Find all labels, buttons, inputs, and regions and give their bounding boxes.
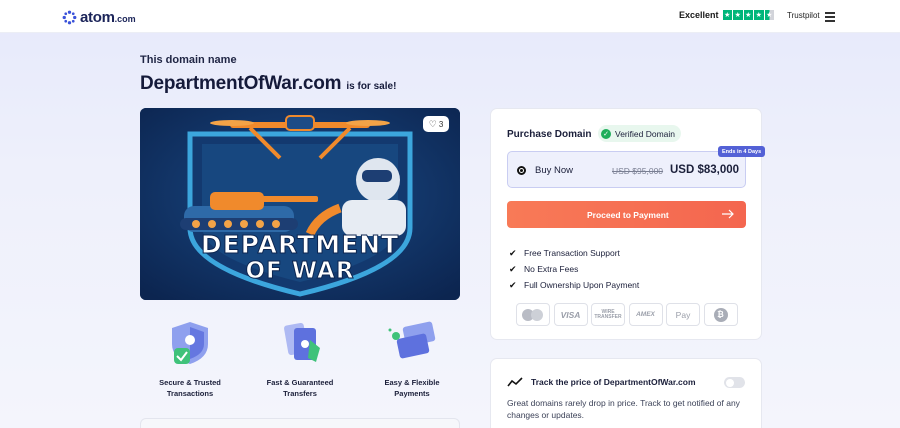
file-transfer-icon [284,322,320,362]
benefit-label: No Extra Fees [524,264,579,274]
feature-label-line1: Secure & Trusted [159,378,221,387]
benefit-item: ✔ Full Ownership Upon Payment [509,277,639,293]
feature-label: Secure & Trusted Transactions [140,377,240,399]
feature-label-line2: Transfers [283,389,317,398]
old-price: USD $95,000 [612,166,664,176]
feature-payments: Easy & Flexible Payments [362,318,462,399]
mastercard-icon [516,303,550,326]
amex-label: AMEX [636,311,655,318]
verified-label: Verified Domain [615,128,676,139]
half-star-icon: ★ [764,10,775,20]
purchase-card: Purchase Domain ✓ Verified Domain Ends i… [490,108,766,340]
trend-line-icon [507,377,523,387]
feature-secure: Secure & Trusted Transactions [140,318,240,399]
radio-selected-icon[interactable] [517,166,526,175]
atom-logo[interactable]: atom .com [62,9,136,26]
heart-icon: ♡ [428,118,437,129]
check-circle-icon: ✓ [601,128,611,139]
trustpilot-brand: Trustpilot [787,10,820,20]
buy-now-option[interactable]: Ends in 4 Days Buy Now USD $95,000 USD $… [507,146,766,188]
hamburger-menu-icon[interactable] [825,12,835,22]
amex-icon: AMEX [628,303,663,326]
feature-label: Fast & Guaranteed Transfers [250,377,350,399]
track-title: Track the price of DepartmentOfWar.com [531,377,696,387]
benefit-item: ✔ No Extra Fees [509,261,639,277]
atom-logo-icon [62,10,77,25]
trustpilot-stars: ★ ★ ★ ★ ★ [722,10,776,20]
option-label: Buy Now [535,165,574,176]
bitcoin-glyph: ₿ [713,307,728,322]
cards-icon [388,321,436,359]
wire-transfer-icon: WIRE TRANSFER [591,303,625,326]
purchase-title: Purchase Domain [507,129,592,140]
bitcoin-icon: ₿ [703,303,738,326]
trustpilot-rating-label: Excellent [679,10,719,20]
department-of-war-emblem: DEPARTMENT OF WAR [140,108,460,300]
domain-name: DepartmentOfWar.com [140,73,342,94]
benefit-label: Free Transaction Support [524,248,620,258]
verified-badge: ✓ Verified Domain [598,125,682,142]
like-button[interactable]: ♡ 3 [423,116,449,132]
checkmark-icon: ✔ [509,263,517,274]
apple-pay-label: Pay [675,309,691,320]
track-description: Great domains rarely drop in price. Trac… [507,398,740,420]
hero-text-line2: OF WAR [245,258,354,284]
benefit-label: Full Ownership Upon Payment [524,280,640,290]
intro-text: This domain name [140,54,237,66]
logo-tld: .com [114,14,136,24]
apple-pay-icon: Pay [666,303,700,326]
proceed-to-payment-button[interactable]: Proceed to Payment [507,201,746,228]
like-count: 3 [438,119,444,129]
feature-highlights: Secure & Trusted Transactions Fast & Gua… [140,318,460,408]
top-navigation-bar: atom .com Excellent ★ ★ ★ ★ ★ Trustpilot [0,0,900,33]
visa-label: VISA [560,309,581,320]
star-icon: ★ [722,10,733,20]
ends-badge: Ends in 4 Days [718,146,766,157]
price-tracking-card: Track the price of DepartmentOfWar.com G… [490,358,762,428]
benefit-item: ✔ Free Transaction Support [509,245,639,261]
feature-label-line2: Transactions [166,389,214,398]
hero-text-line1: DEPARTMENT [201,230,399,259]
trustpilot-widget[interactable]: Excellent ★ ★ ★ ★ ★ Trustpilot [679,10,820,20]
page-title: DepartmentOfWar.com is for sale! [140,73,396,95]
lower-info-card [140,418,460,428]
wire-transfer-label: WIRE TRANSFER [594,308,622,320]
visa-icon: VISA [553,303,588,326]
domain-logo-image: DEPARTMENT OF WAR [140,108,460,300]
star-icon: ★ [754,10,764,20]
track-price-toggle[interactable] [724,377,745,388]
benefits-list: ✔ Free Transaction Support ✔ No Extra Fees… [509,245,639,293]
shield-check-icon [172,322,208,364]
feature-label: Easy & Flexible Payments [362,377,462,399]
feature-label-line2: Payments [394,389,430,398]
feature-label-line1: Easy & Flexible [384,378,440,387]
for-sale-text: is for sale! [346,81,397,92]
feature-label-line1: Fast & Guaranteed [266,378,334,387]
payment-methods: VISA WIRE TRANSFER AMEX Pay ₿ [516,303,741,326]
star-icon: ★ [733,10,743,20]
new-price: USD $83,000 [670,164,740,176]
cta-label: Proceed to Payment [587,210,669,220]
star-icon: ★ [743,10,754,20]
arrow-right-icon [722,209,734,219]
logo-wordmark: atom [80,9,115,26]
checkmark-icon: ✔ [509,247,517,258]
checkmark-icon: ✔ [509,279,517,290]
feature-fast: Fast & Guaranteed Transfers [250,318,350,399]
